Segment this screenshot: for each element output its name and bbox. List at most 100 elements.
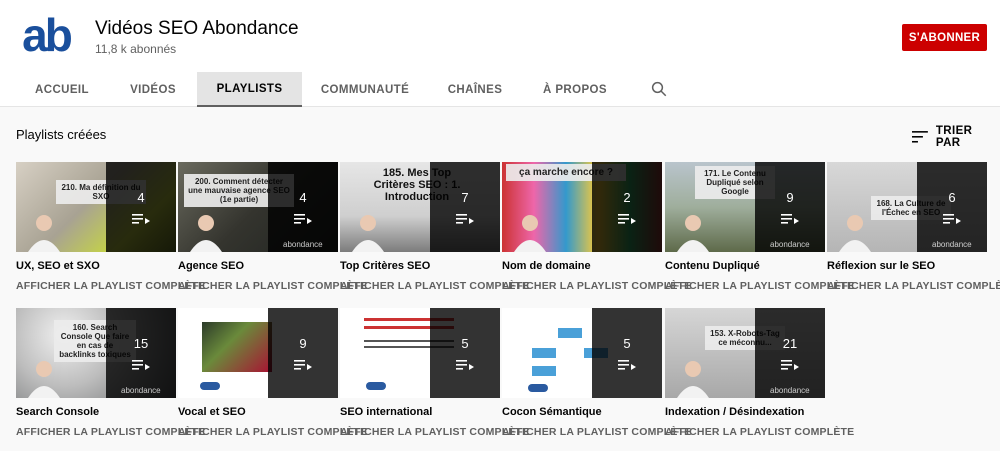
diagram-box xyxy=(532,348,556,358)
subscriber-count: 11,8 k abonnés xyxy=(95,42,177,56)
video-count: 9 xyxy=(786,189,794,205)
video-count: 4 xyxy=(137,189,145,205)
sort-button[interactable]: TRIER PAR xyxy=(912,125,1000,149)
playlist-thumbnail[interactable]: 5 xyxy=(502,308,662,398)
playlist-overlay: 15 xyxy=(106,308,176,398)
view-full-playlist-link[interactable]: AFFICHER LA PLAYLIST COMPLÈTE xyxy=(665,280,854,292)
brand-logo-icon xyxy=(200,382,220,390)
playlist-thumbnail[interactable]: 153. X-Robots-Tag ce méconnu... 21 abond… xyxy=(665,308,825,398)
section-title: Playlists créées xyxy=(16,127,107,142)
avatar[interactable]: ab xyxy=(16,8,76,68)
video-count: 9 xyxy=(299,335,307,351)
playlist-card[interactable]: 160. Search Console Que faire en cas de … xyxy=(16,308,205,438)
view-full-playlist-link[interactable]: AFFICHER LA PLAYLIST COMPLÈTE xyxy=(340,426,529,438)
video-count: 5 xyxy=(461,335,469,351)
playlist-icon xyxy=(618,213,636,224)
playlist-thumbnail[interactable]: 185. Mes Top Critères SEO : 1. Introduct… xyxy=(340,162,500,252)
playlist-title[interactable]: Nom de domaine xyxy=(502,260,662,272)
playlist-title[interactable]: Indexation / Désindexation xyxy=(665,406,825,418)
presenter-image xyxy=(28,361,60,398)
playlist-icon xyxy=(781,359,799,370)
channel-header: ab Vidéos SEO Abondance 11,8 k abonnés S… xyxy=(0,0,1000,72)
view-full-playlist-link[interactable]: AFFICHER LA PLAYLIST COMPLÈTE xyxy=(16,280,205,292)
tab-videos[interactable]: VIDÉOS xyxy=(116,72,190,107)
video-count: 7 xyxy=(461,189,469,205)
view-full-playlist-link[interactable]: AFFICHER LA PLAYLIST COMPLÈTE xyxy=(340,280,529,292)
video-count: 2 xyxy=(623,189,631,205)
search-icon[interactable] xyxy=(650,80,668,98)
sort-icon xyxy=(912,131,928,143)
playlist-icon xyxy=(618,359,636,370)
playlist-icon xyxy=(781,213,799,224)
tab-accueil[interactable]: ACCUEIL xyxy=(24,72,100,107)
presenter-image xyxy=(28,215,60,252)
playlist-overlay: 7 xyxy=(430,162,500,252)
avatar-logo: ab xyxy=(22,9,73,61)
playlist-overlay: 9 xyxy=(755,162,825,252)
presenter-image xyxy=(190,215,222,252)
view-full-playlist-link[interactable]: AFFICHER LA PLAYLIST COMPLÈTE xyxy=(178,280,367,292)
playlist-thumbnail[interactable]: 160. Search Console Que faire en cas de … xyxy=(16,308,176,398)
video-count: 6 xyxy=(948,189,956,205)
playlist-title[interactable]: Top Critères SEO xyxy=(340,260,500,272)
playlist-icon xyxy=(456,359,474,370)
view-full-playlist-link[interactable]: AFFICHER LA PLAYLIST COMPLÈTE xyxy=(827,280,1000,292)
playlist-card[interactable]: 210. Ma définition du SXO 4 UX, SEO et S… xyxy=(16,162,205,292)
playlist-thumbnail[interactable]: ça marche encore ? 2 xyxy=(502,162,662,252)
video-count: 5 xyxy=(623,335,631,351)
playlist-card[interactable]: ça marche encore ? 2 Nom de domaine AFFI… xyxy=(502,162,691,292)
playlist-title[interactable]: Cocon Sémantique xyxy=(502,406,662,418)
playlist-overlay: 5 xyxy=(592,308,662,398)
diagram-box xyxy=(558,328,582,338)
tab-chaines[interactable]: CHAÎNES xyxy=(440,72,510,107)
playlist-title[interactable]: Vocal et SEO xyxy=(178,406,338,418)
playlist-overlay: 4 xyxy=(268,162,338,252)
playlist-thumbnail[interactable]: 210. Ma définition du SXO 4 xyxy=(16,162,176,252)
playlist-thumbnail[interactable]: 200. Comment détecter une mauvaise agenc… xyxy=(178,162,338,252)
playlist-thumbnail[interactable]: 171. Le Contenu Dupliqué selon Google 9 … xyxy=(665,162,825,252)
playlist-title[interactable]: Réflexion sur le SEO xyxy=(827,260,987,272)
view-full-playlist-link[interactable]: AFFICHER LA PLAYLIST COMPLÈTE xyxy=(502,426,691,438)
playlist-title[interactable]: Agence SEO xyxy=(178,260,338,272)
playlist-title[interactable]: Search Console xyxy=(16,406,176,418)
video-count: 21 xyxy=(782,335,798,351)
view-full-playlist-link[interactable]: AFFICHER LA PLAYLIST COMPLÈTE xyxy=(178,426,367,438)
diagram-box xyxy=(532,366,556,376)
tab-playlists[interactable]: PLAYLISTS xyxy=(197,72,302,107)
presenter-image xyxy=(514,215,546,252)
tab-a-propos[interactable]: À PROPOS xyxy=(538,72,612,107)
view-full-playlist-link[interactable]: AFFICHER LA PLAYLIST COMPLÈTE xyxy=(16,426,205,438)
video-count: 4 xyxy=(299,189,307,205)
playlist-card[interactable]: 171. Le Contenu Dupliqué selon Google 9 … xyxy=(665,162,854,292)
playlist-card[interactable]: 9 Vocal et SEO AFFICHER LA PLAYLIST COMP… xyxy=(178,308,367,438)
video-count: 15 xyxy=(133,335,149,351)
playlist-card[interactable]: 185. Mes Top Critères SEO : 1. Introduct… xyxy=(340,162,529,292)
playlist-title[interactable]: UX, SEO et SXO xyxy=(16,260,176,272)
playlist-thumbnail[interactable]: 5 xyxy=(340,308,500,398)
tab-communaute[interactable]: COMMUNAUTÉ xyxy=(318,72,412,107)
channel-tabs: ACCUEIL VIDÉOS PLAYLISTS COMMUNAUTÉ CHAÎ… xyxy=(0,72,1000,107)
playlist-overlay: 9 xyxy=(268,308,338,398)
playlist-title[interactable]: Contenu Dupliqué xyxy=(665,260,825,272)
playlist-icon xyxy=(456,213,474,224)
playlist-thumbnail[interactable]: 168. La Culture de l'Échec en SEO 6 abon… xyxy=(827,162,987,252)
view-full-playlist-link[interactable]: AFFICHER LA PLAYLIST COMPLÈTE xyxy=(665,426,854,438)
subscribe-button[interactable]: S'ABONNER xyxy=(902,24,987,51)
playlist-thumbnail[interactable]: 9 xyxy=(178,308,338,398)
brand-watermark: abondance xyxy=(121,386,161,395)
playlist-icon xyxy=(294,213,312,224)
playlist-title[interactable]: SEO international xyxy=(340,406,500,418)
playlist-icon xyxy=(132,359,150,370)
playlist-card[interactable]: 5 SEO international AFFICHER LA PLAYLIST… xyxy=(340,308,529,438)
playlist-card[interactable]: 168. La Culture de l'Échec en SEO 6 abon… xyxy=(827,162,1000,292)
brand-watermark: abondance xyxy=(932,240,972,249)
playlist-card[interactable]: 153. X-Robots-Tag ce méconnu... 21 abond… xyxy=(665,308,854,438)
channel-name: Vidéos SEO Abondance xyxy=(95,18,299,39)
playlist-card[interactable]: 5 Cocon Sémantique AFFICHER LA PLAYLIST … xyxy=(502,308,691,438)
playlist-card[interactable]: 200. Comment détecter une mauvaise agenc… xyxy=(178,162,367,292)
brand-watermark: abondance xyxy=(770,386,810,395)
presenter-image xyxy=(352,215,384,252)
view-full-playlist-link[interactable]: AFFICHER LA PLAYLIST COMPLÈTE xyxy=(502,280,691,292)
presenter-image xyxy=(839,215,871,252)
playlist-overlay: 6 xyxy=(917,162,987,252)
